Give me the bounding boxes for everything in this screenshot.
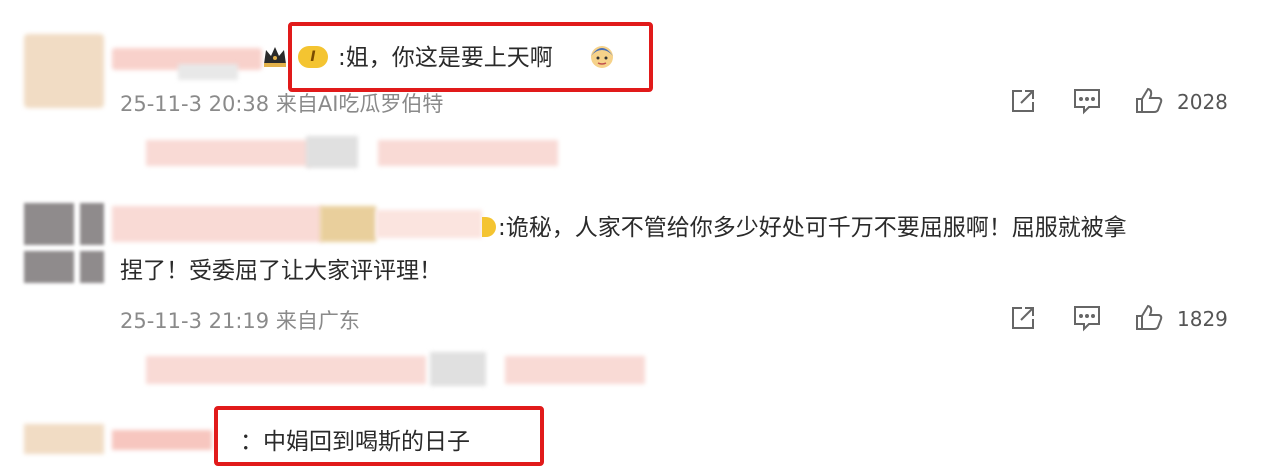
username-blurred-2 [320, 206, 376, 242]
username-blurred-2 [178, 64, 238, 80]
avatar[interactable] [24, 203, 104, 283]
reply-preview-blurred-3 [378, 140, 558, 166]
reply-preview-blurred-2 [430, 352, 486, 386]
comment-icon[interactable] [1072, 303, 1102, 333]
share-icon[interactable] [1008, 86, 1038, 116]
comment-text-line-1: :诡秘，人家不管给你多少好处可千万不要屈服啊！屈服就被拿 [498, 215, 1127, 241]
like-count: 1829 [1177, 307, 1228, 331]
avatar[interactable] [24, 34, 104, 108]
comment-text-line-2: 捏了！受委屈了让大家评评理！ [120, 258, 442, 284]
comment-meta: 25-11-3 21:19 来自广东 [120, 309, 360, 333]
username-blurred-3 [376, 210, 482, 238]
level-badge [482, 217, 496, 237]
highlight-box [288, 22, 653, 92]
username-blurred[interactable] [112, 206, 322, 242]
reply-preview-blurred [146, 140, 311, 166]
avatar[interactable] [24, 424, 104, 454]
highlight-box [214, 406, 544, 466]
crown-icon [262, 44, 288, 72]
like-icon[interactable] [1134, 303, 1164, 333]
comment-meta: 25-11-3 20:38 来自AI吃瓜罗伯特 [120, 92, 444, 116]
like-icon[interactable] [1134, 86, 1164, 116]
reply-preview-blurred [146, 356, 426, 384]
reply-preview-blurred-2 [306, 136, 358, 168]
username-blurred[interactable] [112, 430, 212, 450]
reply-preview-blurred-3 [505, 356, 645, 384]
comment-icon[interactable] [1072, 86, 1102, 116]
share-icon[interactable] [1008, 303, 1038, 333]
like-count: 2028 [1177, 90, 1228, 114]
